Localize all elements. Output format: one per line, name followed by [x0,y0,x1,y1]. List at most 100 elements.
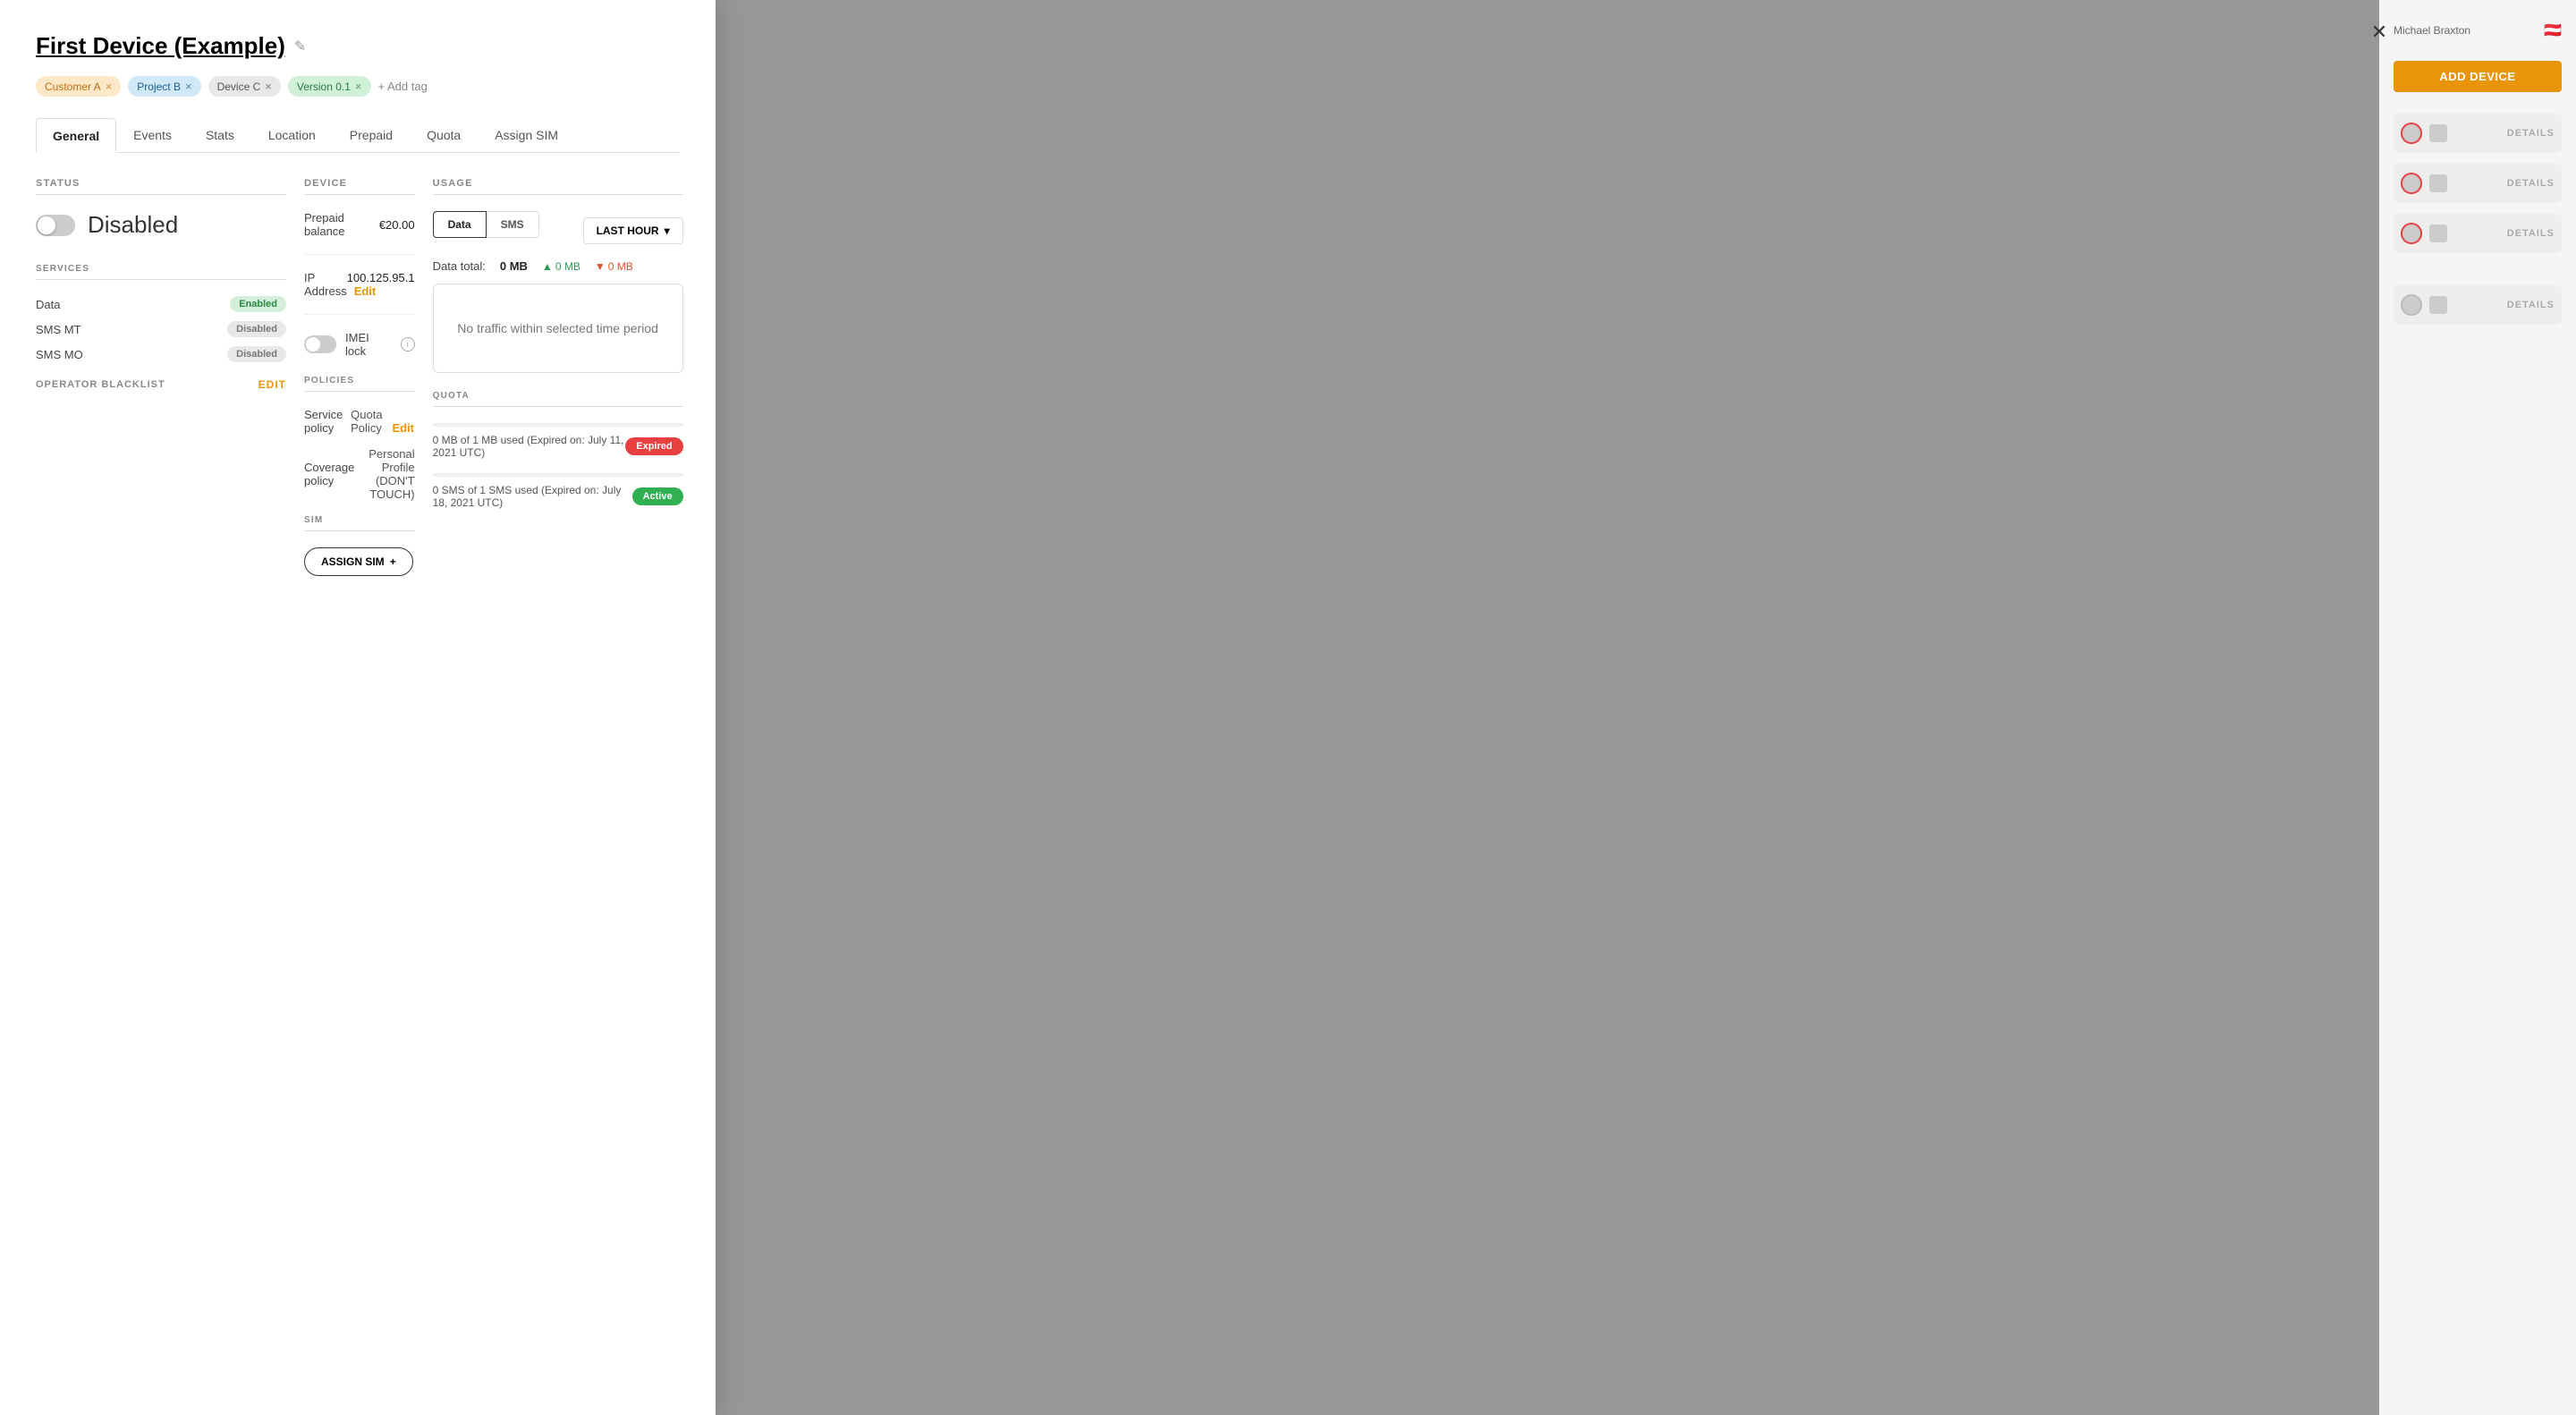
device-detail-modal: ✕ First Device (Example) ✎ Customer A × … [0,0,716,1415]
sim-title: SIM [304,515,415,531]
list-item[interactable]: DETAILS [2394,285,2562,325]
status-indicator [2401,294,2422,316]
tab-stats[interactable]: Stats [189,118,251,152]
quota-active-badge[interactable]: Active [632,487,683,505]
usage-data-sms-tabs: Data SMS [433,211,539,238]
chevron-down-icon: ▾ [665,225,670,237]
download-value: ▼ 0 MB [595,260,633,273]
tag-device: Device C × [208,76,281,97]
sim-icon [2429,225,2447,242]
service-data: Data Enabled [36,296,286,312]
right-panel: Michael Braxton 🇦🇹 ADD DEVICE DETAILS DE… [2379,0,2576,1415]
tag-label: Version 0.1 [297,80,351,93]
edit-title-icon[interactable]: ✎ [294,38,306,55]
traffic-chart: No traffic within selected time period [433,284,683,373]
tag-remove-icon[interactable]: × [265,80,272,93]
quota-info-row: 0 SMS of 1 SMS used (Expired on: July 18… [433,484,683,509]
tag-remove-icon[interactable]: × [185,80,192,93]
assign-sim-label: ASSIGN SIM [321,555,385,568]
imei-lock-label: IMEI lock [345,331,392,358]
ip-address-edit[interactable]: Edit [354,284,377,298]
data-total-value: 0 MB [500,259,528,273]
tab-assign-sim[interactable]: Assign SIM [478,118,575,152]
title-row: First Device (Example) ✎ [36,32,680,60]
coverage-policy-value: Personal Profile (DON'T TOUCH) [354,447,414,501]
user-name: Michael Braxton [2394,24,2470,37]
tag-customer: Customer A × [36,76,121,97]
imei-info-icon[interactable]: i [401,337,415,352]
tag-label: Customer A [45,80,101,93]
tab-location[interactable]: Location [251,118,333,152]
device-section-title: DEVICE [304,178,415,195]
coverage-policy-label: Coverage policy [304,461,354,487]
quota-description: 0 MB of 1 MB used (Expired on: July 11, … [433,434,626,459]
policies-title: POLICIES [304,376,415,392]
usage-tab-data[interactable]: Data [433,211,487,238]
tab-general[interactable]: General [36,118,116,153]
service-policy-value: Quota Policy [351,408,382,435]
status-indicator [2401,123,2422,144]
details-link[interactable]: DETAILS [2507,128,2555,139]
details-link[interactable]: DETAILS [2507,178,2555,189]
details-link[interactable]: DETAILS [2507,228,2555,239]
quota-item-sms: 0 SMS of 1 SMS used (Expired on: July 18… [433,473,683,509]
add-tag-button[interactable]: + Add tag [378,80,428,93]
device-section: DEVICE Prepaid balance €20.00 IP Address… [304,178,415,576]
usage-section-title: USAGE [433,178,683,195]
tag-project: Project B × [128,76,200,97]
tags-row: Customer A × Project B × Device C × Vers… [36,76,680,97]
service-policy-edit[interactable]: Edit [392,421,414,435]
service-policy-label: Service policy [304,408,351,435]
tag-version: Version 0.1 × [288,76,371,97]
flag-icon: 🇦🇹 [2544,21,2562,39]
imei-toggle-knob [306,337,320,352]
operator-blacklist-label: OPERATOR BLACKLIST [36,379,165,390]
close-button[interactable]: ✕ [2365,18,2394,47]
device-title: First Device (Example) [36,32,285,60]
prepaid-balance-label: Prepaid balance [304,211,379,238]
imei-toggle[interactable] [304,335,336,353]
service-sms-mo: SMS MO Disabled [36,346,286,362]
assign-sim-plus-icon: + [390,555,396,568]
sim-icon [2429,124,2447,142]
upload-value: ▲ 0 MB [542,260,580,273]
sim-icon [2429,174,2447,192]
usage-period-label: LAST HOUR [597,225,659,237]
device-list: DETAILS DETAILS DETAILS DETAILS [2379,106,2576,332]
quota-bar-track [433,473,683,477]
tab-events[interactable]: Events [116,118,189,152]
details-link[interactable]: DETAILS [2507,300,2555,310]
quota-expired-badge[interactable]: Expired [625,437,682,455]
add-device-button[interactable]: ADD DEVICE [2394,61,2562,92]
quota-description: 0 SMS of 1 SMS used (Expired on: July 18… [433,484,632,509]
service-badge: Disabled [227,346,286,362]
content-grid: STATUS Disabled SERVICES Data Enabled SM… [36,178,680,576]
status-section-title: STATUS [36,178,286,195]
tabs-nav: General Events Stats Location Prepaid Qu… [36,118,680,153]
service-name: SMS MO [36,348,83,361]
list-item[interactable]: DETAILS [2394,214,2562,253]
service-policy-value-group: Quota Policy Edit [351,408,414,435]
service-name: SMS MT [36,323,81,336]
list-item[interactable]: DETAILS [2394,164,2562,203]
data-total-row: Data total: 0 MB ▲ 0 MB ▼ 0 MB [433,259,683,273]
prepaid-balance-value: €20.00 [379,218,415,232]
data-total-label: Data total: [433,259,486,273]
services-list: Data Enabled SMS MT Disabled SMS MO Disa… [36,296,286,362]
tag-remove-icon[interactable]: × [106,80,113,93]
tag-label: Project B [137,80,181,93]
usage-section: USAGE Data SMS LAST HOUR ▾ Data total: 0… [433,178,683,576]
ip-address-label: IP Address [304,271,347,298]
assign-sim-button[interactable]: ASSIGN SIM + [304,547,413,576]
usage-tab-sms[interactable]: SMS [487,211,539,238]
quota-item-mb: 0 MB of 1 MB used (Expired on: July 11, … [433,423,683,459]
tab-quota[interactable]: Quota [410,118,478,152]
usage-period-selector[interactable]: LAST HOUR ▾ [583,217,683,244]
ip-address-value-group: 100.125.95.1 Edit [347,271,415,298]
status-toggle[interactable] [36,215,75,236]
tab-prepaid[interactable]: Prepaid [333,118,410,152]
operator-blacklist-edit[interactable]: Edit [258,378,286,391]
tag-label: Device C [217,80,261,93]
tag-remove-icon[interactable]: × [355,80,362,93]
list-item[interactable]: DETAILS [2394,114,2562,153]
